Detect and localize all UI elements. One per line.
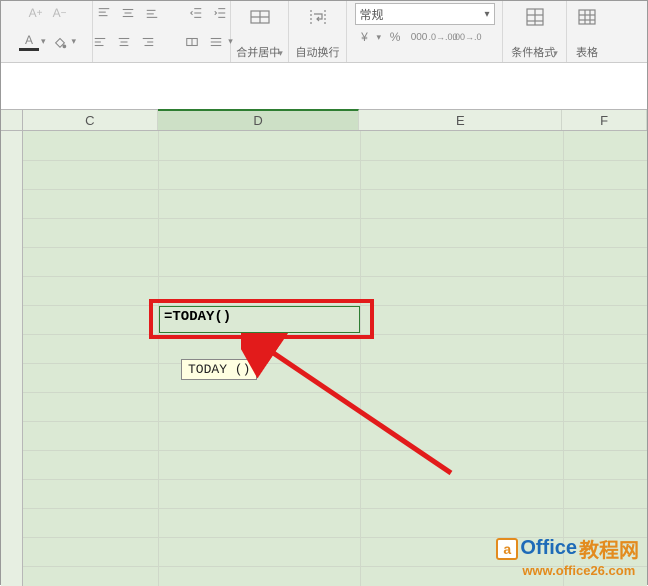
font-shrink-icon[interactable]: A− (50, 4, 70, 22)
number-format-combo[interactable]: 常规 ▾ (355, 3, 495, 25)
align-middle-icon[interactable] (118, 4, 138, 22)
column-headers: C D E F (1, 109, 647, 131)
indent-decrease-icon[interactable] (186, 4, 206, 22)
wrap-label[interactable]: 自动换行 (296, 44, 340, 62)
cell-grid[interactable] (23, 131, 647, 586)
function-tooltip: TODAY () (181, 359, 257, 380)
table-group: 表格 (567, 1, 607, 62)
cell-formula-text: =TODAY() (164, 309, 231, 325)
number-format-value: 常规 (360, 6, 384, 23)
wrap-group: 自动换行 (289, 1, 347, 62)
cond-format-label[interactable]: 条件格式 (511, 47, 555, 59)
wrap-text-icon[interactable] (304, 3, 332, 31)
row-headers[interactable] (1, 131, 23, 586)
fill-color-icon[interactable] (50, 33, 70, 51)
col-header-f[interactable]: F (562, 110, 647, 130)
comma-icon[interactable]: 000 (409, 28, 429, 46)
merge-group: 合并居中▾ (231, 1, 289, 62)
watermark: a Office教程网 www.office26.com (496, 534, 639, 578)
merge-center-icon[interactable] (246, 3, 274, 31)
orientation-icon[interactable] (206, 33, 226, 51)
styles-group: 条件格式▾ (503, 1, 567, 62)
col-header-d[interactable]: D (158, 109, 360, 130)
watermark-brand-1: Office (520, 537, 577, 560)
increase-decimal-icon[interactable]: .0→.00 (433, 28, 453, 46)
select-all-corner[interactable] (1, 110, 23, 130)
active-cell[interactable]: =TODAY() (159, 306, 360, 333)
watermark-url: www.office26.com (522, 563, 635, 578)
merge-label[interactable]: 合并居中 (236, 47, 280, 59)
font-group: A+ A− A▾ ▾ (3, 1, 93, 62)
table-format-icon[interactable] (573, 3, 601, 31)
font-grow-icon[interactable]: A+ (26, 4, 46, 22)
dropdown-icon[interactable]: ▾ (41, 36, 46, 47)
col-header-c[interactable]: C (23, 110, 158, 130)
indent-increase-icon[interactable] (210, 4, 230, 22)
dropdown-icon[interactable]: ▾ (72, 36, 77, 47)
number-group: 常规 ▾ ¥ ▾ % 000 .0→.00 .00→.0 (347, 1, 503, 62)
align-center-icon[interactable] (114, 33, 134, 51)
align-group: ▾ (93, 1, 231, 62)
col-header-e[interactable]: E (359, 110, 562, 130)
watermark-logo-icon: a (496, 538, 518, 560)
currency-icon[interactable]: ¥ (355, 28, 375, 46)
ribbon: A+ A− A▾ ▾ ▾ 合并居中▾ (1, 1, 647, 63)
decrease-decimal-icon[interactable]: .00→.0 (457, 28, 477, 46)
align-top-icon[interactable] (94, 4, 114, 22)
dropdown-icon[interactable]: ▾ (484, 9, 489, 20)
watermark-brand-2: 教程网 (579, 534, 639, 563)
spreadsheet: C D E F =TODAY() TODAY () (1, 63, 647, 586)
font-color-icon[interactable]: A (19, 33, 39, 51)
align-left-icon[interactable] (90, 33, 110, 51)
percent-icon[interactable]: % (385, 28, 405, 46)
conditional-format-icon[interactable] (521, 3, 549, 31)
align-right-icon[interactable] (138, 33, 158, 51)
align-bottom-icon[interactable] (142, 4, 162, 22)
tooltip-text: TODAY () (188, 362, 250, 377)
merge-across-icon[interactable] (182, 33, 202, 51)
table-format-label[interactable]: 表格 (576, 44, 598, 62)
